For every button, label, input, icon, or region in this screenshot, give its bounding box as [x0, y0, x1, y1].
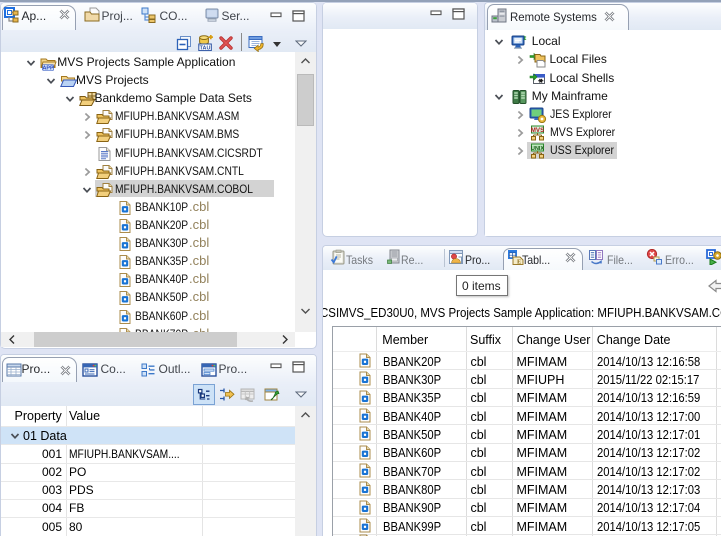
svg-text:TAU: TAU: [199, 46, 210, 52]
svg-text:MVS: MVS: [530, 127, 543, 134]
